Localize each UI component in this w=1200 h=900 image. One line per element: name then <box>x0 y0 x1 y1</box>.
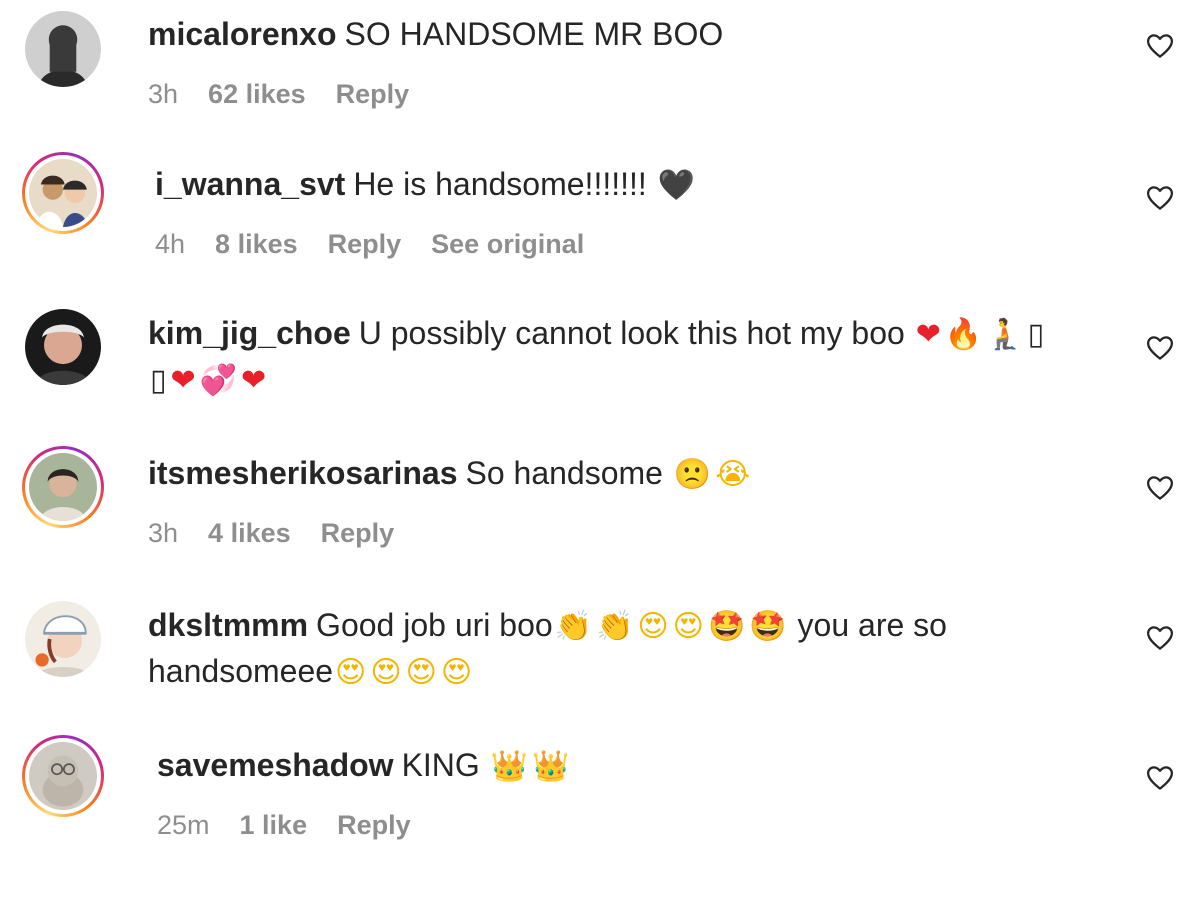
comment-username[interactable]: micalorenxo <box>148 16 337 52</box>
heart-outline-icon <box>1147 766 1173 790</box>
avatar[interactable] <box>22 735 104 817</box>
comment-body: SO HANDSOME MR BOO <box>344 16 724 52</box>
avatar[interactable] <box>22 152 104 234</box>
comment-time: 3h <box>148 518 179 548</box>
comment-username[interactable]: itsmesherikosarinas <box>148 455 458 491</box>
missing-glyph-box: ▯ <box>1027 317 1045 352</box>
star-struck-emoji: 🤩 <box>749 609 787 644</box>
red-heart-emoji: ❤ <box>170 363 196 398</box>
comment-body: Good job uri boo <box>316 607 553 643</box>
comment-meta: 4h 8 likes Reply See original <box>155 226 584 262</box>
comment-body: So handsome <box>465 455 663 491</box>
red-heart-emoji: ❤ <box>915 317 941 352</box>
comment-likes[interactable]: 62 likes <box>208 76 306 112</box>
crying-face-emoji: 😭 <box>715 457 751 492</box>
comment-text: micalorenxo SO HANDSOME MR BOO <box>148 12 1108 56</box>
red-heart-emoji: ❤ <box>241 363 267 398</box>
comment-text: i_wanna_svt He is handsome!!!!!!! 🖤 <box>155 162 1115 208</box>
comment-likes[interactable]: 1 like <box>240 807 308 843</box>
heart-outline-icon <box>1147 186 1173 210</box>
crown-emoji: 👑 <box>490 749 529 784</box>
like-button[interactable] <box>1142 470 1178 506</box>
comment-meta: 3h 62 likes Reply <box>148 76 409 112</box>
like-button[interactable] <box>1142 330 1178 366</box>
fire-emoji: 🔥 <box>944 317 983 352</box>
like-button[interactable] <box>1142 620 1178 656</box>
comment-text: dksltmmm Good job uri boo👏 👏 😍 😍 🤩 🤩 you are s… <box>148 603 1108 695</box>
clapping-hands-emoji: 👏 <box>596 609 634 644</box>
reply-button[interactable]: Reply <box>321 515 395 551</box>
comment-username[interactable]: kim_jig_choe <box>148 315 351 351</box>
like-button[interactable] <box>1142 28 1178 64</box>
comment-username[interactable]: dksltmmm <box>148 607 308 643</box>
comment-likes[interactable]: 4 likes <box>208 515 291 551</box>
missing-glyph-box: ▯ <box>150 363 167 398</box>
comment-text: savemeshadow KING 👑 👑 <box>157 743 1117 789</box>
kneeling-person-emoji: 🧎 <box>986 317 1024 352</box>
comment-body: He is handsome!!!!!!! <box>353 166 647 202</box>
reply-button[interactable]: Reply <box>337 807 411 843</box>
comment-body-continued: you are so <box>797 607 947 643</box>
two-hearts-emoji: 💞 <box>199 363 238 398</box>
comment-time: 25m <box>157 810 210 840</box>
see-original-button[interactable]: See original <box>431 226 584 262</box>
comment-body: U possibly cannot look this hot my boo <box>358 315 905 351</box>
heart-eyes-emoji: 😍 <box>672 609 704 644</box>
comment-body: KING <box>401 747 480 783</box>
comment-body-line2: handsomeee <box>148 653 334 689</box>
comment-time: 3h <box>148 79 179 109</box>
black-heart-emoji: 🖤 <box>657 168 696 203</box>
comment-time: 4h <box>155 229 186 259</box>
comment-meta: 3h 4 likes Reply <box>148 515 394 551</box>
like-button[interactable] <box>1142 760 1178 796</box>
heart-eyes-emoji: 😍 <box>335 655 367 690</box>
clapping-hands-emoji: 👏 <box>554 609 593 644</box>
avatar[interactable] <box>22 306 104 388</box>
like-button[interactable] <box>1142 180 1178 216</box>
comment-likes[interactable]: 8 likes <box>215 226 298 262</box>
avatar[interactable] <box>22 8 104 90</box>
comment-meta: 25m 1 like Reply <box>157 807 411 843</box>
comment-text: kim_jig_choe U possibly cannot look this … <box>148 311 1108 403</box>
comment-username[interactable]: savemeshadow <box>157 747 394 783</box>
heart-eyes-emoji: 😍 <box>405 655 437 690</box>
star-struck-emoji: 🤩 <box>707 609 746 644</box>
heart-eyes-emoji: 😍 <box>637 609 669 644</box>
heart-outline-icon <box>1147 336 1173 360</box>
comments-list: micalorenxo SO HANDSOME MR BOO 3h 62 like… <box>0 0 1200 900</box>
comment-username[interactable]: i_wanna_svt <box>155 166 345 202</box>
heart-outline-icon <box>1147 626 1173 650</box>
reply-button[interactable]: Reply <box>328 226 402 262</box>
frowning-face-emoji: 🙁 <box>673 457 712 492</box>
heart-eyes-emoji: 😍 <box>440 655 473 690</box>
avatar[interactable] <box>22 446 104 528</box>
crown-emoji: 👑 <box>532 749 570 784</box>
avatar[interactable] <box>22 598 104 680</box>
comment-text: itsmesherikosarinas So handsome 🙁 😭 <box>148 451 1108 497</box>
heart-eyes-emoji: 😍 <box>370 655 402 690</box>
reply-button[interactable]: Reply <box>336 76 410 112</box>
heart-outline-icon <box>1147 34 1173 58</box>
heart-outline-icon <box>1147 476 1173 500</box>
